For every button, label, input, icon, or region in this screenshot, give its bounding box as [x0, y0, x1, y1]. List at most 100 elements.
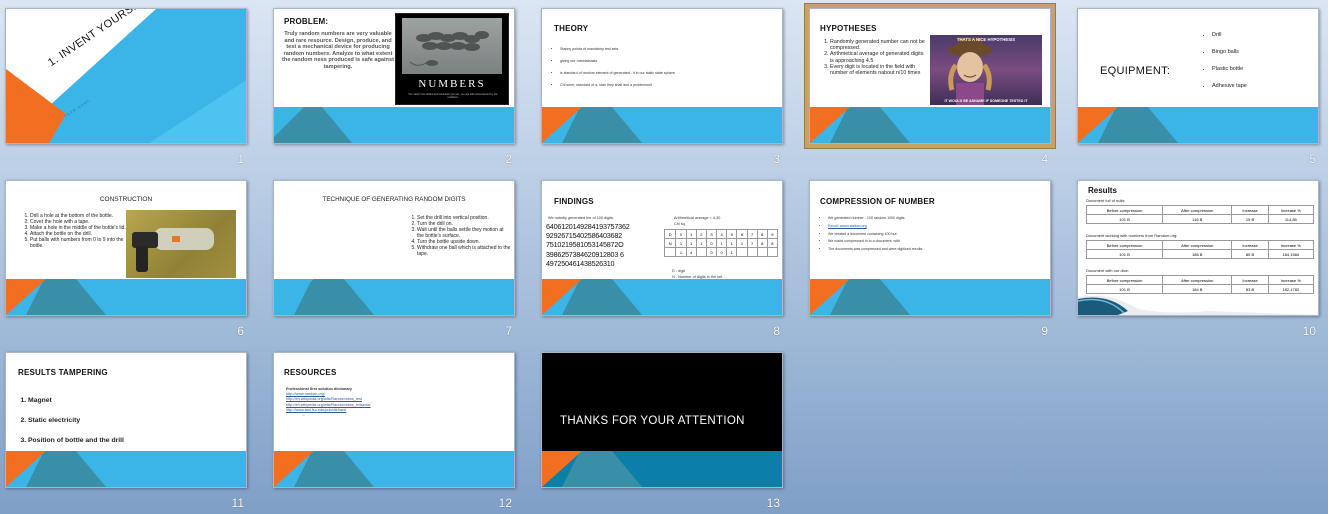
slide-9-footer-band [810, 279, 1050, 315]
slide-thumbnail-7[interactable]: TECHNIQUE OF GENERATING RANDOM DIGITS Se… [273, 180, 515, 316]
slide-12-footer-band [274, 451, 514, 487]
slide-3-footer-band [542, 107, 782, 143]
table-cell: 1 [726, 247, 738, 257]
slide-11-list: Magnet Static electricity Position of bo… [28, 391, 124, 451]
slide-number-2: 2 [505, 152, 512, 166]
meme-bottom-text: IT WOULD BE ASHAME IF SOMEONE TESTED IT [944, 99, 1028, 103]
slide-6-footer-band [6, 279, 246, 315]
table-row: D0123456789 [663, 229, 779, 239]
slide-11-item: Position of bottle and the drill [28, 431, 124, 451]
digit-frequency-table: D0123456789 N1110111788 14001 [663, 229, 779, 257]
table-cell: Before compression [1085, 205, 1164, 215]
digit-line: 6406120149284193757362 [546, 222, 630, 231]
wonka-face-illustration [948, 37, 992, 105]
slide-9-bullet: We generated number - 100 random 1000 di… [828, 215, 1033, 223]
slide-7-item: Withdraw one ball which is attached to t… [417, 245, 511, 257]
digit-line: 497250461438526310 [546, 258, 615, 268]
table-cell: 2 [695, 229, 707, 239]
table-cell: 4 [716, 229, 728, 239]
table-cell: 114,85 [1267, 214, 1315, 224]
slide-9-bullet: Rerurl: www.random.org [828, 223, 1033, 231]
slide-3-bullet: is standard of random element of generat… [560, 69, 770, 77]
slide-8-intro: We notedly generated the of 100 digits. [548, 216, 614, 220]
table-cell: 15 B [1231, 214, 1269, 224]
slide-thumbnail-11[interactable]: RESULTS TAMPERING Magnet Static electric… [5, 352, 247, 488]
rats-illustration [409, 31, 489, 66]
table-cell: 0 [705, 238, 718, 248]
slide-8-footer-band [542, 279, 782, 315]
table-cell: D [663, 229, 677, 239]
slide-number-12: 12 [498, 496, 512, 510]
slide-thumbnail-5[interactable]: EQUIPMENT: Drill Bingo balls Plastic bot… [1077, 8, 1319, 144]
slide-number-11: 11 [231, 496, 244, 510]
table-cell [736, 247, 748, 257]
stats-average: Arithmetical average = 4,30 [674, 216, 721, 220]
table-row: Before compression After compression Incre… [1085, 240, 1315, 250]
slide-12-resources: Professional first solution dictionary h… [286, 387, 426, 418]
slide-thumbnail-1[interactable]: 1. INVENT YOURSELF TEAM NAME [5, 8, 247, 144]
legend-digit: D - digit [672, 269, 686, 273]
slide-number-5: 5 [1309, 152, 1316, 166]
slide-7-list: Set the drill into vertical position. Tu… [417, 215, 511, 257]
table-row: N1110111788 [663, 238, 779, 248]
slide-9-bullet: We made compressed in to a document, wit… [828, 238, 1033, 246]
table-cell: 7 [746, 238, 758, 248]
table-cell: 0 [716, 247, 728, 257]
table-cell: Increase [1231, 275, 1269, 285]
table-cell: Increase % [1267, 275, 1315, 285]
digit-line: 3986257384620912803 6 [546, 249, 624, 259]
slide-thumbnail-2[interactable]: PROBLEM: Truly random numbers are very v… [273, 8, 515, 144]
resource-item: ... [302, 413, 306, 418]
table-cell: 1 [685, 229, 697, 239]
slide-thumbnail-3[interactable]: THEORY Stanny pointa of mandatory test s… [541, 8, 783, 144]
poster-title: NUMBERS [418, 78, 486, 90]
slide-7-title: TECHNIQUE OF GENERATING RANDOM DIGITS [322, 196, 466, 203]
digit-line: 7510219581053145872O [546, 240, 624, 250]
slide-6-title: CONSTRUCTION [99, 196, 153, 203]
table-cell [746, 247, 758, 257]
slide-13-title: THANKS FOR YOUR ATTENTION [560, 415, 745, 427]
slide-thumbnail-6[interactable]: CONSTRUCTION Drill a hole at the bottom … [5, 180, 247, 316]
poster-photo [402, 18, 502, 74]
results-caption-2: Document working with numbers from Rando… [1086, 233, 1178, 238]
slide-9-bullet: The documents was compressed and were di… [828, 246, 1033, 254]
slide-thumbnail-8[interactable]: FINDINGS We notedly generated the of 100… [541, 180, 783, 316]
meme-top-text: THATS A NICE HYPOTHESIS [956, 37, 1016, 42]
slide-thumbnail-10[interactable]: Results Document full of nulls: Before c… [1077, 180, 1319, 316]
table-row: Before compression After compression Incre… [1085, 205, 1315, 215]
slide-9-bullet: We created a document containing 100 hut… [828, 231, 1033, 239]
slide-3-bullet: giving our mandateasts [560, 57, 770, 65]
slide-number-7: 7 [505, 324, 512, 338]
slide-4-item: Arithmetical average of generated digits… [830, 51, 925, 63]
table-cell: 1 [716, 238, 728, 248]
slide-5-bullets: Drill Bingo balls Plastic bottle Adhesiv… [1212, 27, 1247, 95]
slide-9-bullets: We generated number - 100 random 1000 di… [828, 215, 1033, 254]
slide-6-list: Drill a hole at the bottom of the bottle… [30, 213, 126, 249]
slide-thumbnail-13[interactable]: THANKS FOR YOUR ATTENTION [541, 352, 783, 488]
slide-number-1: 1 [237, 152, 244, 166]
slide-thumbnail-9[interactable]: COMPRESSION OF NUMBER We generated numbe… [809, 180, 1051, 316]
slide-number-4: 4 [1041, 152, 1048, 166]
table-cell: 1 [726, 238, 738, 248]
slide-10-title: Results [1088, 186, 1117, 195]
slide-number-8: 8 [773, 324, 780, 338]
slide-6-item: Put balls with numbers from 0 to 9 into … [30, 237, 126, 249]
results-table-1: Before compression After compression Incre… [1085, 205, 1315, 224]
table-cell: Before compression [1085, 275, 1164, 285]
table-cell: 1 [695, 238, 707, 248]
table-row: 101 B 186 B 85 B 184,1584 [1085, 249, 1315, 259]
slide-2-footer-band [274, 107, 514, 143]
slide-2-title: PROBLEM: [284, 17, 329, 26]
results-table-2: Before compression After compression Incre… [1085, 240, 1315, 259]
table-cell: Increase % [1267, 205, 1315, 215]
slide-4-footer-band [810, 107, 1050, 143]
slide-thumbnail-12[interactable]: RESOURCES Professional first solution di… [273, 352, 515, 488]
table-cell: 4 [685, 247, 697, 257]
drill-bottle-photo [126, 210, 236, 278]
wonka-meme-image: THATS A NICE HYPOTHESIS IT WOULD BE ASHA… [930, 35, 1042, 105]
slide-7-item: Wait until the balls settle they motion … [417, 227, 511, 239]
slide-number-6: 6 [237, 324, 244, 338]
table-row: 14001 [663, 247, 779, 257]
slide-thumbnail-4[interactable]: HYPOTHESES Randomly generated number can… [809, 8, 1051, 144]
table-cell: 1 [675, 247, 687, 257]
